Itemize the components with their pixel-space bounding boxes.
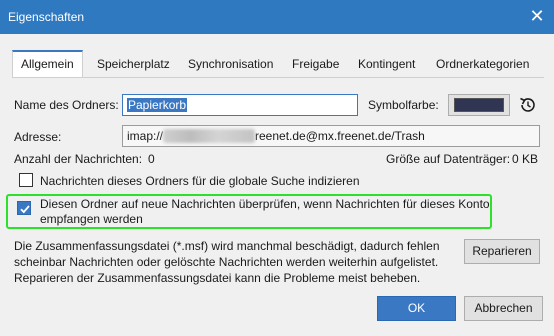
symbol-color-label: Symbolfarbe:: [368, 98, 439, 112]
close-icon[interactable]: ✕: [524, 4, 550, 30]
tab-kontingent[interactable]: Kontingent: [358, 50, 415, 78]
ok-button[interactable]: OK: [377, 296, 456, 321]
global-search-checkbox[interactable]: [19, 173, 33, 187]
tab-freigabe[interactable]: Freigabe: [292, 50, 339, 78]
tab-synchronisation[interactable]: Synchronisation: [188, 50, 273, 78]
disk-size-value: 0 KB: [512, 152, 539, 166]
reset-color-icon[interactable]: [518, 95, 538, 115]
address-label-text: Adresse:: [14, 130, 62, 144]
window-title: Eigenschaften: [8, 10, 85, 24]
color-swatch: [454, 98, 504, 112]
tab-divider: [12, 77, 544, 78]
symbol-color-picker[interactable]: [448, 94, 510, 116]
check-new-messages-label-1: Diesen Ordner auf neue Nachrichten überp…: [40, 197, 490, 211]
message-count-label: Anzahl der Nachrichten:: [14, 152, 143, 166]
address-label: Adresse:: [14, 130, 61, 144]
address-field[interactable]: imap:// reenet.de@mx.freenet.de/Trash: [122, 125, 540, 147]
folder-name-label: Name des Ordners:: [14, 98, 119, 112]
redacted-blur: [163, 128, 256, 143]
tab-ordnerkategorien[interactable]: Ordnerkategorien: [436, 50, 529, 78]
repair-text-line: Reparieren der Zusammenfassungsdatei kan…: [14, 271, 421, 285]
repair-text-line: Die Zusammenfassungsdatei (*.msf) wird m…: [14, 239, 440, 253]
disk-size-label: Größe auf Datenträger:: [386, 152, 511, 166]
tab-speicherplatz[interactable]: Speicherplatz: [97, 50, 170, 78]
checkmark-icon: [20, 205, 30, 214]
address-suffix: reenet.de@mx.freenet.de/Trash: [255, 129, 425, 143]
folder-name-value: Papierkorb: [127, 98, 188, 112]
tab-allgemein[interactable]: Allgemein: [12, 50, 83, 78]
folder-name-field[interactable]: Papierkorb: [122, 94, 358, 116]
title-bar: Eigenschaften ✕: [0, 0, 554, 34]
message-count-value: 0: [148, 152, 155, 166]
repair-button[interactable]: Reparieren: [464, 239, 540, 264]
global-search-label: Nachrichten dieses Ordners für die globa…: [40, 174, 360, 188]
address-prefix: imap://: [127, 129, 164, 143]
repair-text-line: scheinbar Nachrichten oder gelöschte Nac…: [14, 255, 439, 269]
check-new-messages-checkbox[interactable]: [17, 201, 31, 215]
cancel-button[interactable]: Abbrechen: [464, 296, 543, 321]
properties-dialog: Allgemein Speicherplatz Synchronisation …: [0, 34, 554, 336]
repair-description: Die Zusammenfassungsdatei (*.msf) wird m…: [14, 238, 444, 286]
check-new-messages-label-2: empfangen werden: [40, 212, 143, 226]
